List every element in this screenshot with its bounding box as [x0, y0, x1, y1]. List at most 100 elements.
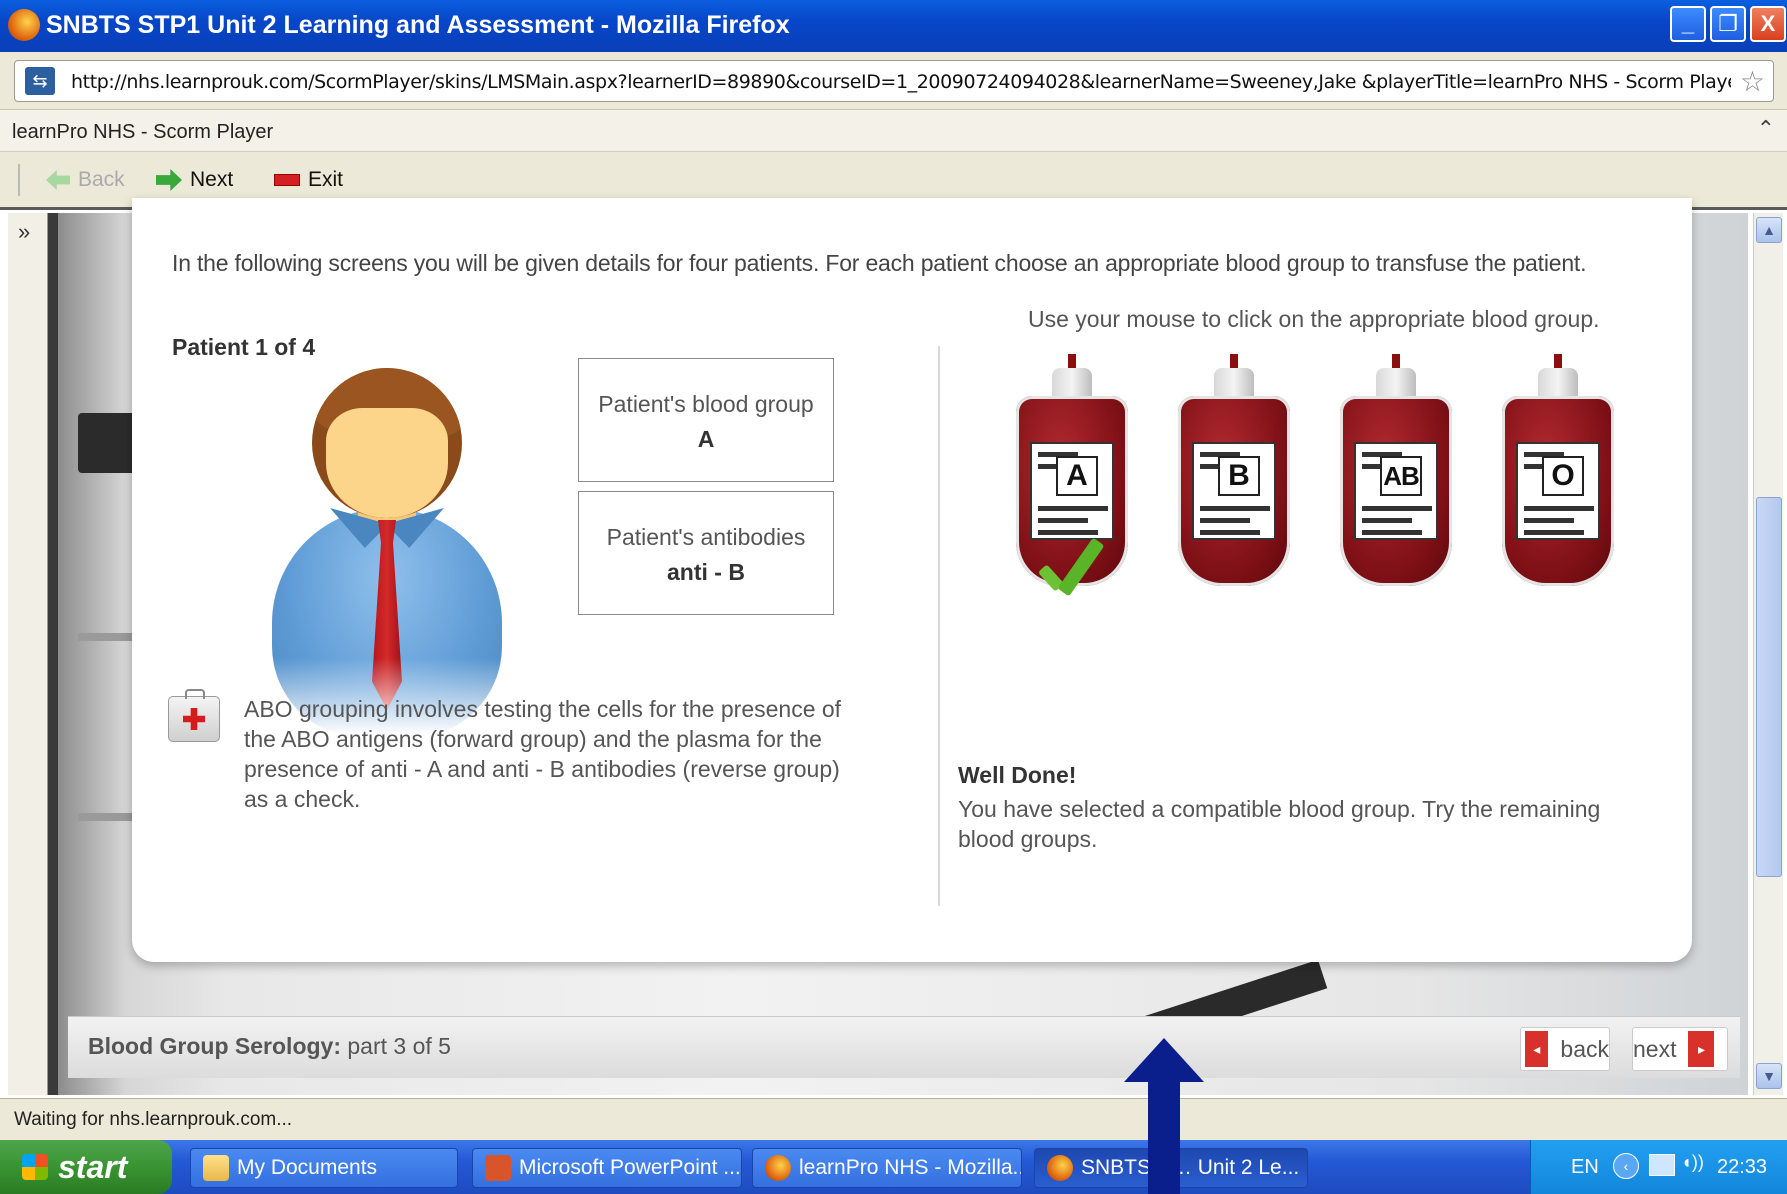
collapse-header-icon[interactable]: ⌃ [1757, 116, 1775, 142]
window-title-bar: SNBTS STP1 Unit 2 Learning and Assessmen… [0, 0, 1787, 52]
player-header: learnPro NHS - Scorm Player ⌃ [0, 110, 1787, 152]
lesson-next-button[interactable]: next ▸ [1632, 1027, 1728, 1071]
patient-head [312, 368, 462, 518]
instruction-text: Use your mouse to click on the appropria… [1028, 306, 1600, 332]
powerpoint-icon [485, 1155, 511, 1181]
close-button[interactable]: X [1750, 6, 1786, 42]
label-line [1362, 530, 1422, 535]
url-field[interactable]: ⇆ http://nhs.learnprouk.com/ScormPlayer/… [14, 60, 1774, 102]
toolbar-exit-button[interactable]: Exit [274, 168, 343, 192]
status-text: Waiting for nhs.learnprouk.com... [14, 1109, 293, 1130]
blood-bag-o[interactable]: O [1502, 354, 1614, 588]
taskbar-item-my-documents[interactable]: My Documents [190, 1148, 458, 1188]
exit-icon [274, 174, 300, 186]
folder-icon [203, 1155, 229, 1181]
lesson-next-label: next [1633, 1035, 1677, 1062]
course-footer: Blood Group Serology: part 3 of 5 ◂ back… [68, 1016, 1740, 1078]
toolbar-next-label: Next [190, 168, 234, 191]
minimize-button[interactable]: _ [1670, 6, 1706, 42]
scroll-thumb[interactable] [1756, 497, 1782, 877]
label-line [1524, 530, 1584, 535]
label-line [1038, 518, 1088, 523]
lesson-intro: In the following screens you will be giv… [172, 250, 1587, 276]
label-line [1200, 506, 1270, 511]
patient-illustration [272, 368, 502, 748]
toolbar-back-label: Back [78, 168, 125, 191]
blood-bag-group-label: O [1542, 456, 1584, 496]
language-indicator[interactable]: EN [1571, 1156, 1599, 1179]
column-divider [938, 346, 940, 906]
window-title: SNBTS STP1 Unit 2 Learning and Assessmen… [46, 11, 790, 39]
lesson-card: In the following screens you will be giv… [132, 198, 1692, 962]
volume-icon[interactable]: ◖)) [1681, 1152, 1704, 1173]
toolbar-exit-label: Exit [308, 168, 344, 191]
label-line [1038, 530, 1098, 535]
first-aid-cross [183, 708, 205, 730]
label-line [1362, 506, 1432, 511]
show-hidden-icons-icon[interactable]: ‹ [1613, 1153, 1639, 1179]
start-button[interactable]: start [0, 1140, 172, 1194]
clock[interactable]: 22:33 [1717, 1156, 1767, 1179]
status-bar: Waiting for nhs.learnprouk.com... [0, 1098, 1787, 1140]
taskbar-item-powerpoint[interactable]: Microsoft PowerPoint ... [472, 1148, 742, 1188]
restore-button[interactable]: ❐ [1710, 6, 1746, 42]
taskbar-item-label: Microsoft PowerPoint ... [519, 1156, 741, 1179]
label-line [1524, 506, 1594, 511]
bookmark-star-icon[interactable]: ☆ [1740, 65, 1765, 98]
address-bar: ⇆ http://nhs.learnprouk.com/ScormPlayer/… [0, 52, 1787, 110]
firefox-icon [8, 9, 40, 41]
annotation-arrow-shaft [1148, 1082, 1180, 1194]
blood-bag-group-label: B [1218, 456, 1260, 496]
player-title: learnPro NHS - Scorm Player [12, 121, 274, 143]
back-nav-icon: ◂ [1525, 1031, 1549, 1067]
feedback-title: Well Done! [958, 762, 1077, 788]
frame-border [48, 213, 58, 1095]
annotation-arrow-head [1124, 1038, 1204, 1082]
expand-sidebar-icon[interactable]: » [18, 219, 30, 245]
patient-face [326, 408, 448, 518]
label-line [1200, 530, 1260, 535]
site-identity-icon[interactable]: ⇆ [25, 67, 55, 95]
course-section: Blood Group Serology: [88, 1033, 341, 1059]
first-aid-kit-handle [185, 689, 205, 699]
blood-group-box: Patient's blood group A [578, 358, 834, 482]
network-icon[interactable] [1649, 1154, 1675, 1176]
annotation-arrow-icon [1124, 1038, 1204, 1194]
antibodies-label: Patient's antibodies [606, 524, 806, 550]
toolbar-next-button[interactable]: Next [156, 168, 233, 192]
lesson-back-button[interactable]: ◂ back [1520, 1027, 1610, 1071]
url-text[interactable]: http://nhs.learnprouk.com/ScormPlayer/sk… [71, 71, 1731, 93]
label-line [1362, 518, 1412, 523]
abo-grouping-note: ABO grouping involves testing the cells … [244, 696, 842, 812]
blood-bag-ab[interactable]: AB [1340, 354, 1452, 588]
firefox-icon [765, 1155, 791, 1181]
blood-bag-group-label: A [1056, 456, 1098, 496]
antibodies-value: anti - B [667, 559, 745, 585]
next-arrow-icon [156, 169, 182, 191]
toolbar-back-button[interactable]: Back [46, 168, 125, 192]
course-part: part 3 of 5 [347, 1033, 451, 1059]
vertical-scrollbar[interactable]: ▲ ▼ [1753, 213, 1783, 1095]
toolbar-separator [18, 164, 20, 196]
first-aid-kit-icon [168, 689, 220, 742]
scroll-down-icon[interactable]: ▼ [1756, 1063, 1782, 1089]
patient-label: Patient 1 of 4 [172, 334, 316, 360]
scroll-up-icon[interactable]: ▲ [1756, 217, 1782, 243]
blood-bag-b[interactable]: B [1178, 354, 1290, 588]
correct-checkmark-icon [1034, 538, 1104, 608]
next-nav-icon: ▸ [1688, 1031, 1715, 1067]
label-line [1038, 506, 1108, 511]
label-line [1200, 518, 1250, 523]
taskbar-item-label: My Documents [237, 1156, 378, 1179]
blood-group-label: Patient's blood group [598, 391, 814, 417]
feedback-text: You have selected a compatible blood gro… [958, 796, 1601, 852]
firefox-icon [1047, 1155, 1073, 1181]
lesson-back-label: back [1560, 1035, 1609, 1062]
windows-logo-icon [22, 1154, 48, 1180]
start-label: start [58, 1148, 128, 1185]
taskbar: start My Documents Microsoft PowerPoint … [0, 1140, 1787, 1194]
taskbar-item-learnpro[interactable]: learnPro NHS - Mozilla... [752, 1148, 1022, 1188]
course-progress: Blood Group Serology: part 3 of 5 [88, 1033, 451, 1060]
label-line [1524, 518, 1574, 523]
blood-group-value: A [697, 426, 715, 452]
